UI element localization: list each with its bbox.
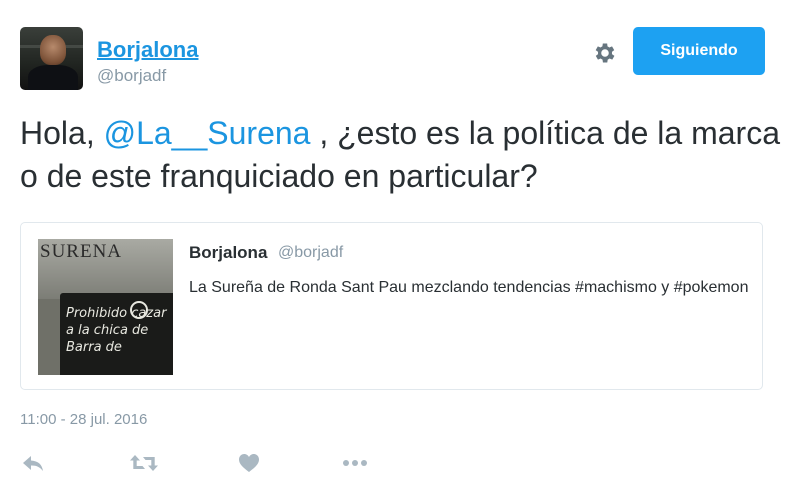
image-sign-text: SURENA	[40, 241, 123, 262]
author-display-name[interactable]: Borjalona	[97, 37, 198, 63]
quoted-tweet-card[interactable]: SURENA Prohibido cazar a la chica de Bar…	[20, 222, 763, 390]
quoted-tweet-text: La Sureña de Ronda Sant Pau mezclando te…	[189, 279, 749, 296]
following-button[interactable]: Siguiendo	[633, 27, 765, 75]
retweet-icon[interactable]	[130, 453, 158, 475]
author-avatar[interactable]	[20, 27, 83, 90]
image-chalk-text: Prohibido cazar a la chica de Barra de	[66, 306, 167, 355]
mention-link[interactable]: @La__Surena	[104, 115, 311, 151]
more-icon[interactable]	[342, 453, 368, 475]
quoted-author-name: Borjalona	[189, 243, 268, 262]
heart-icon[interactable]	[238, 453, 264, 475]
gear-icon[interactable]	[592, 40, 618, 66]
tweet-text-part: Hola,	[20, 115, 104, 151]
quoted-tweet-image[interactable]: SURENA Prohibido cazar a la chica de Bar…	[38, 239, 173, 375]
avatar-body	[28, 65, 78, 90]
tweet-timestamp[interactable]: 11:00 - 28 jul. 2016	[20, 411, 147, 428]
avatar-face	[40, 35, 66, 65]
tweet-text: Hola, @La__Surena , ¿esto es la política…	[20, 112, 780, 198]
quoted-author-handle: @borjadf	[278, 244, 344, 261]
author-handle[interactable]: @borjadf	[97, 66, 166, 86]
reply-icon[interactable]	[21, 453, 47, 475]
